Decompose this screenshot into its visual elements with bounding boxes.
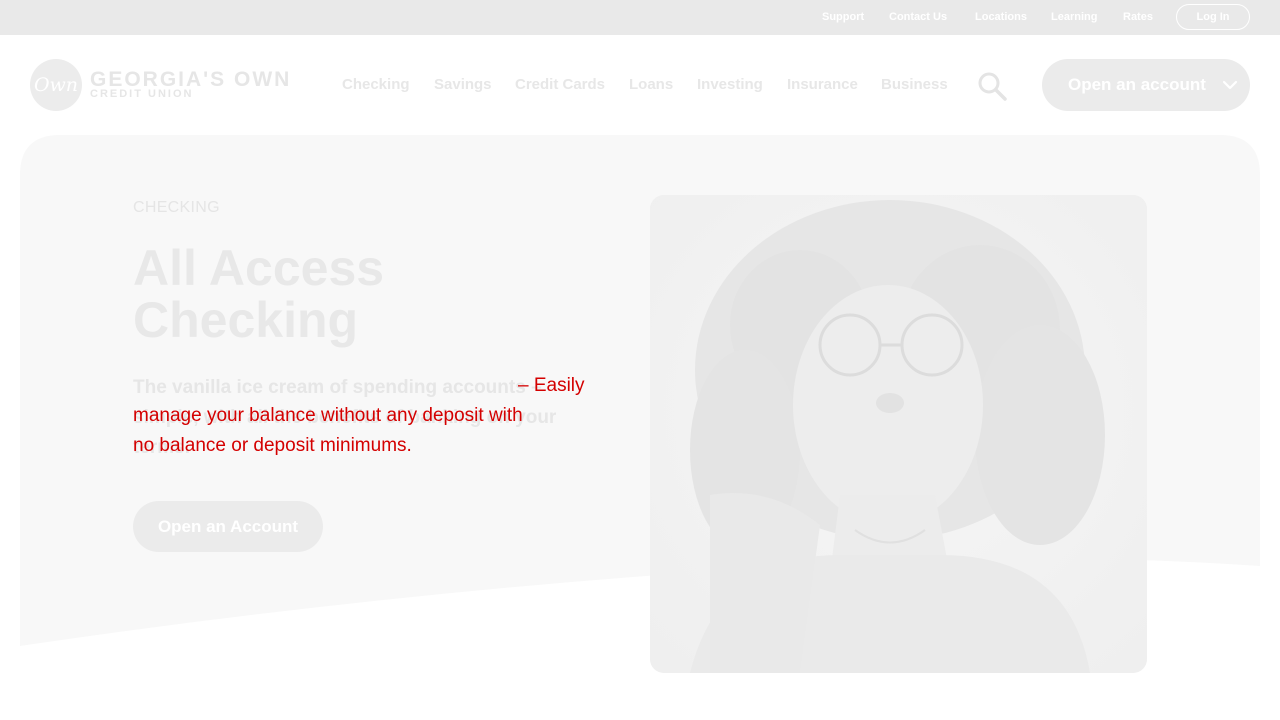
overlay-text-line: – Easily <box>518 375 585 396</box>
utility-link-locations[interactable]: Locations <box>975 11 1027 23</box>
nav-item-investing[interactable]: Investing <box>697 76 763 93</box>
overlay-text-line: manage your balance without any deposit … <box>133 405 523 426</box>
section-eyebrow: CHECKING <box>133 199 220 216</box>
nav-item-checking[interactable]: Checking <box>342 76 410 93</box>
nav-item-credit-cards[interactable]: Credit Cards <box>515 76 605 93</box>
utility-link-learning[interactable]: Learning <box>1051 11 1097 23</box>
overlay-text-line: no balance or deposit minimums. <box>133 435 412 456</box>
open-account-button[interactable]: Open an account <box>1042 59 1250 111</box>
logo-subtitle: CREDIT UNION <box>90 88 194 100</box>
chevron-down-icon <box>1222 80 1238 90</box>
page-title-line1: All Access <box>133 240 385 296</box>
logo-mark[interactable]: Own <box>30 59 82 111</box>
login-button[interactable]: Log In <box>1176 4 1250 30</box>
open-account-cta-button[interactable]: Open an Account <box>133 501 323 552</box>
nav-item-savings[interactable]: Savings <box>434 76 492 93</box>
utility-bar: Support Contact Us Locations Learning Ra… <box>0 0 1280 35</box>
nav-item-loans[interactable]: Loans <box>629 76 673 93</box>
hero-photo <box>650 195 1147 673</box>
search-icon[interactable] <box>976 71 1008 101</box>
utility-link-rates[interactable]: Rates <box>1123 11 1153 23</box>
logo-mark-text: Own <box>33 74 79 96</box>
hero-photo-illustration <box>650 195 1147 673</box>
page-title: All Access Checking <box>133 242 593 346</box>
open-account-label: Open an account <box>1068 75 1206 94</box>
nav-item-insurance[interactable]: Insurance <box>787 76 858 93</box>
page-title-line2: Checking <box>133 292 359 348</box>
utility-link-support[interactable]: Support <box>822 11 864 23</box>
utility-link-contact-us[interactable]: Contact Us <box>889 11 947 23</box>
nav-item-business[interactable]: Business <box>881 76 948 93</box>
